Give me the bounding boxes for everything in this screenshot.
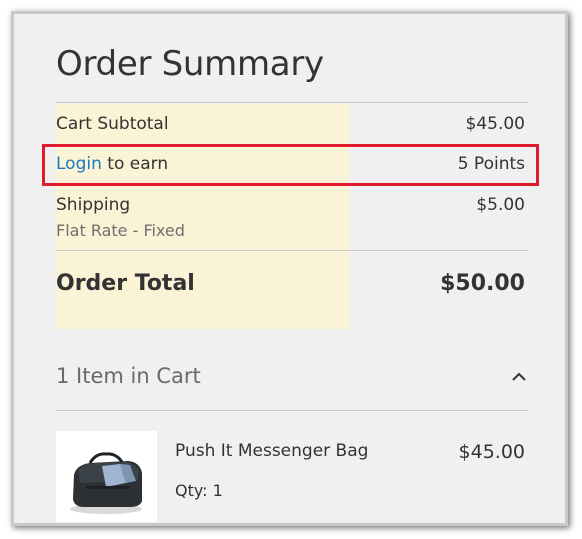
product-image[interactable]	[56, 431, 157, 522]
cart-subtotal-value: $45.00	[465, 114, 525, 134]
earn-points-highlight	[42, 144, 539, 186]
product-name[interactable]: Push It Messenger Bag	[175, 441, 368, 461]
items-in-cart-toggle[interactable]: 1 Item in Cart	[56, 364, 528, 406]
order-total-label: Order Total	[56, 271, 195, 296]
messenger-bag-image	[56, 431, 157, 522]
chevron-up-icon[interactable]	[510, 370, 528, 384]
divider	[56, 102, 528, 103]
divider	[56, 410, 528, 411]
divider	[56, 250, 528, 251]
items-in-cart-label: 1 Item in Cart	[56, 364, 201, 388]
product-price: $45.00	[458, 441, 525, 463]
shipping-label: Shipping	[56, 195, 131, 215]
product-quantity: Qty: 1	[175, 481, 223, 500]
order-total-value: $50.00	[440, 271, 525, 296]
order-summary-title: Order Summary	[56, 44, 324, 84]
order-summary: Order Summary Cart Subtotal $45.00 Login…	[14, 14, 565, 523]
shipping-value: $5.00	[476, 195, 525, 215]
order-summary-panel: Order Summary Cart Subtotal $45.00 Login…	[11, 11, 568, 526]
shipping-method: Flat Rate - Fixed	[56, 221, 185, 240]
cart-subtotal-label: Cart Subtotal	[56, 114, 169, 134]
